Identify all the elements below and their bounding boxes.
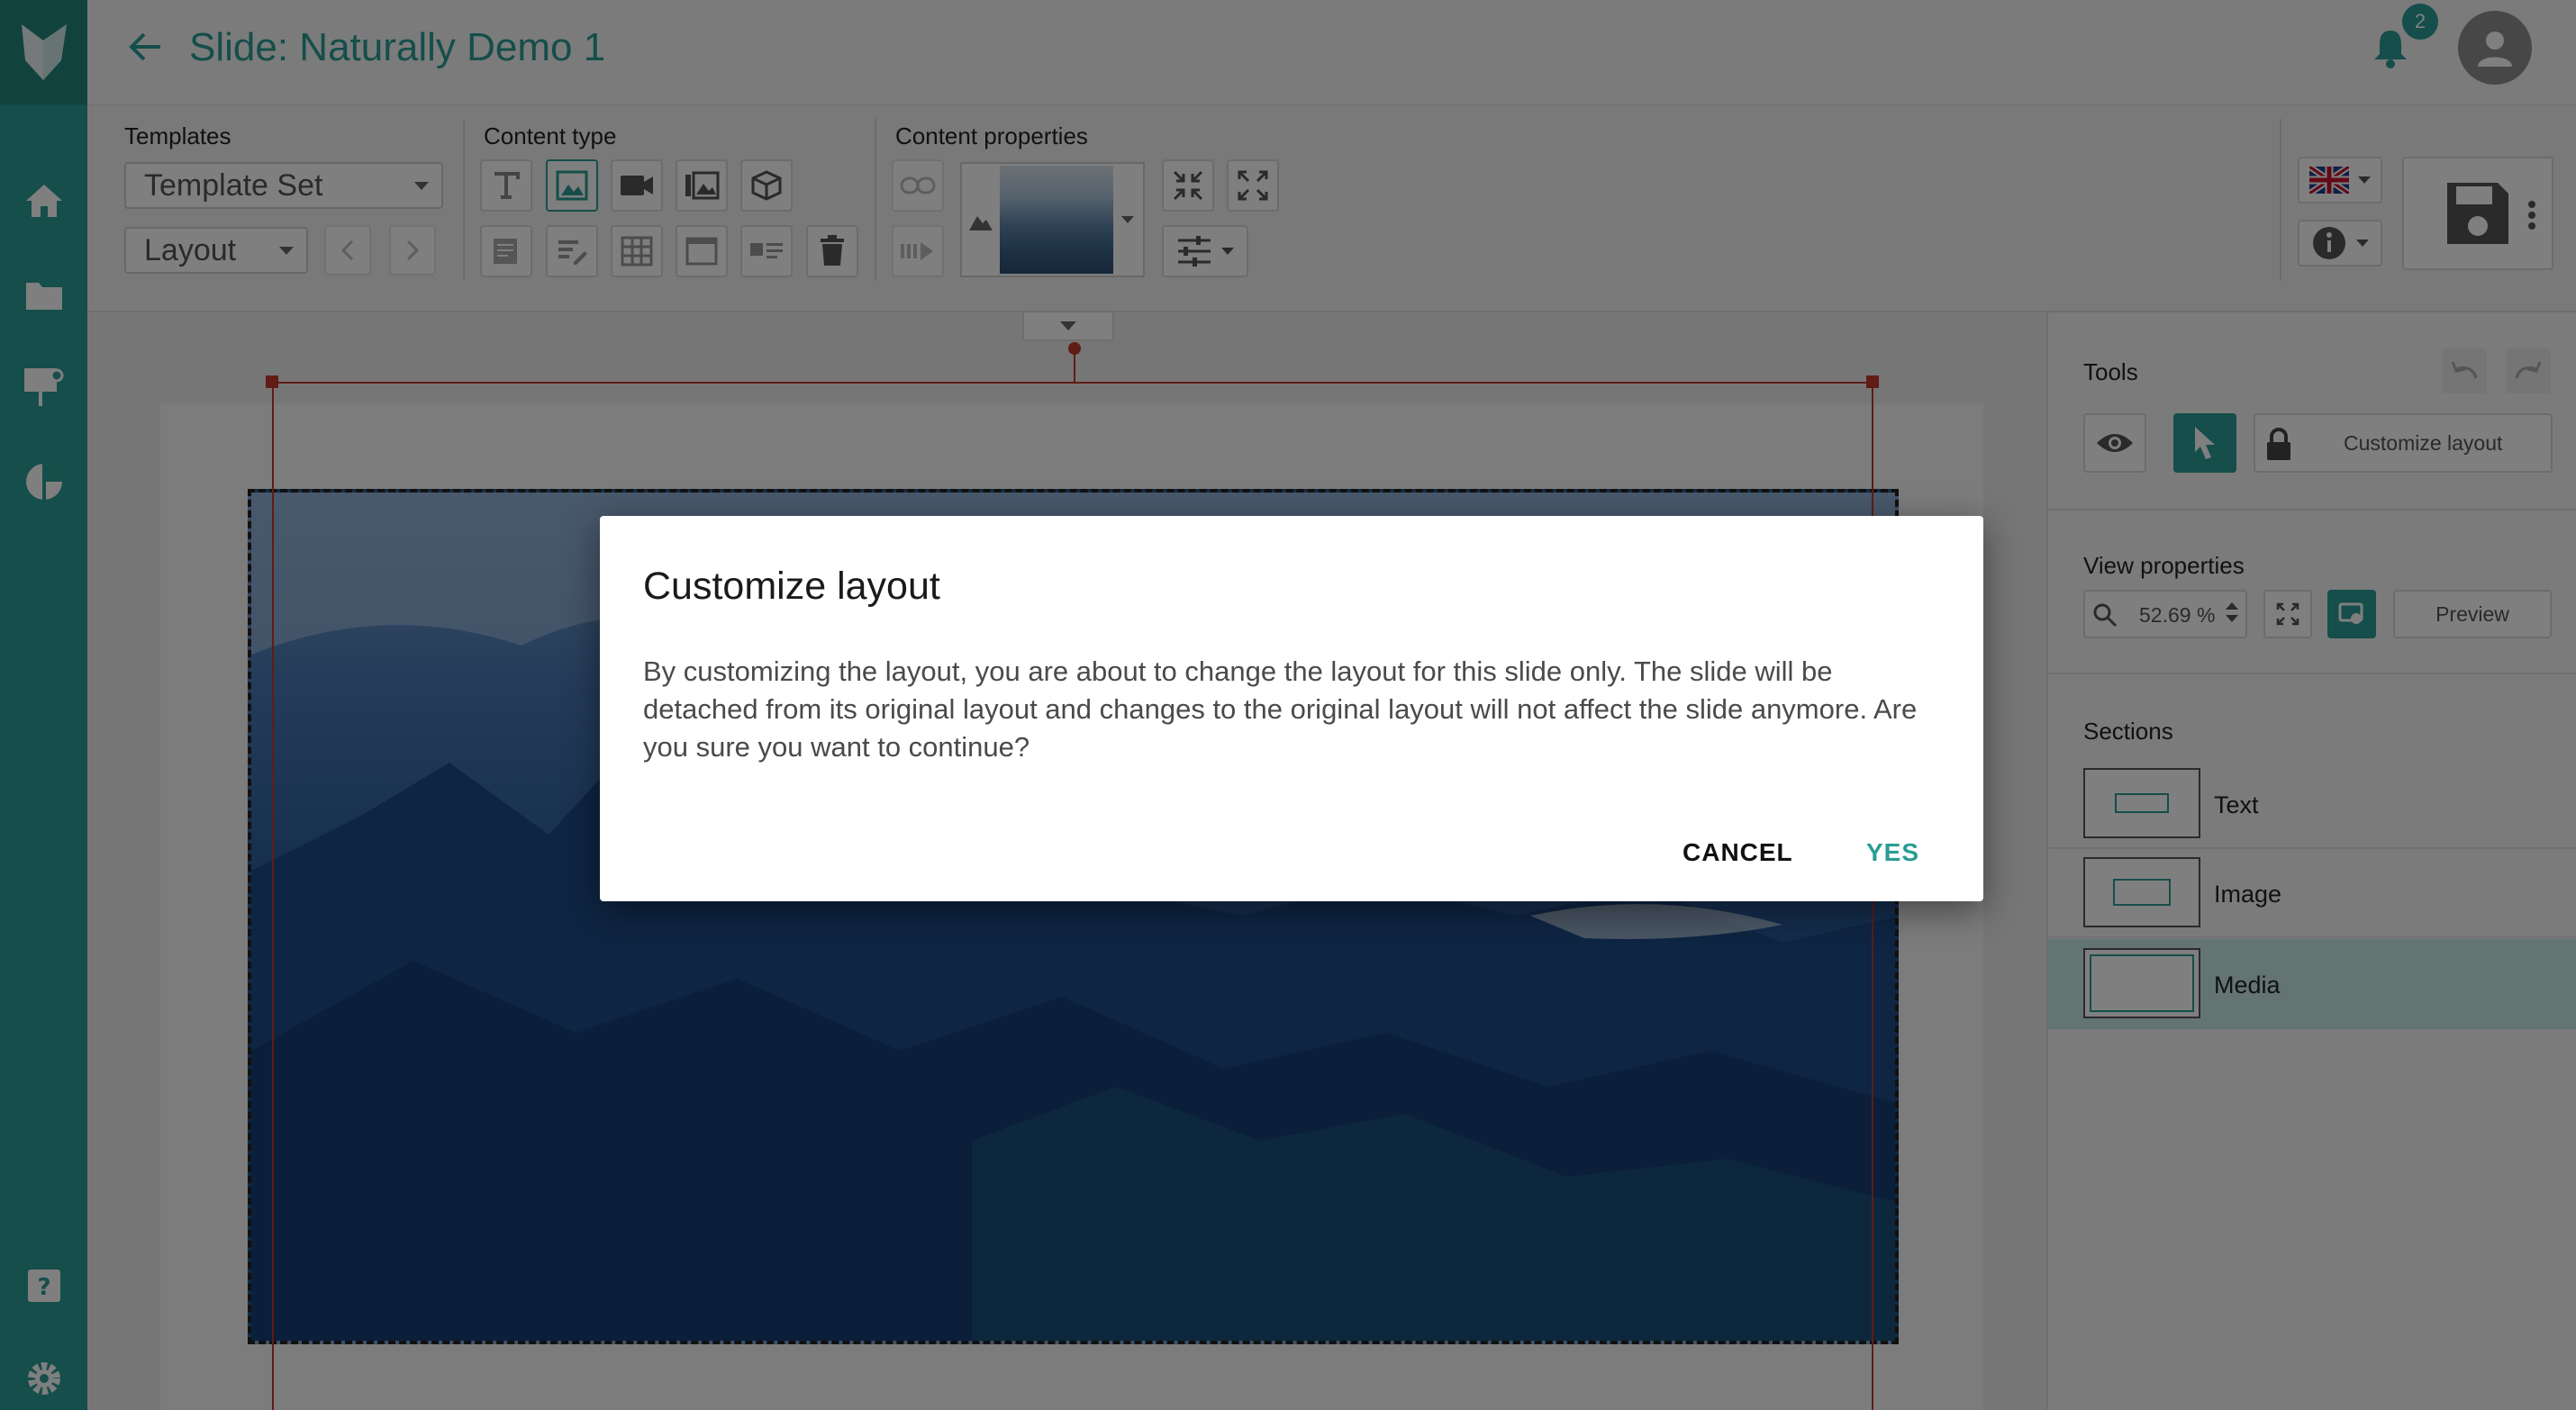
dialog-title: Customize layout [643, 565, 940, 608]
yes-button[interactable]: YES [1866, 838, 1919, 867]
dialog-message: By customizing the layout, you are about… [643, 655, 1918, 763]
customize-layout-dialog: Customize layout By customizing the layo… [600, 516, 1983, 901]
cancel-button[interactable]: CANCEL [1683, 838, 1793, 867]
